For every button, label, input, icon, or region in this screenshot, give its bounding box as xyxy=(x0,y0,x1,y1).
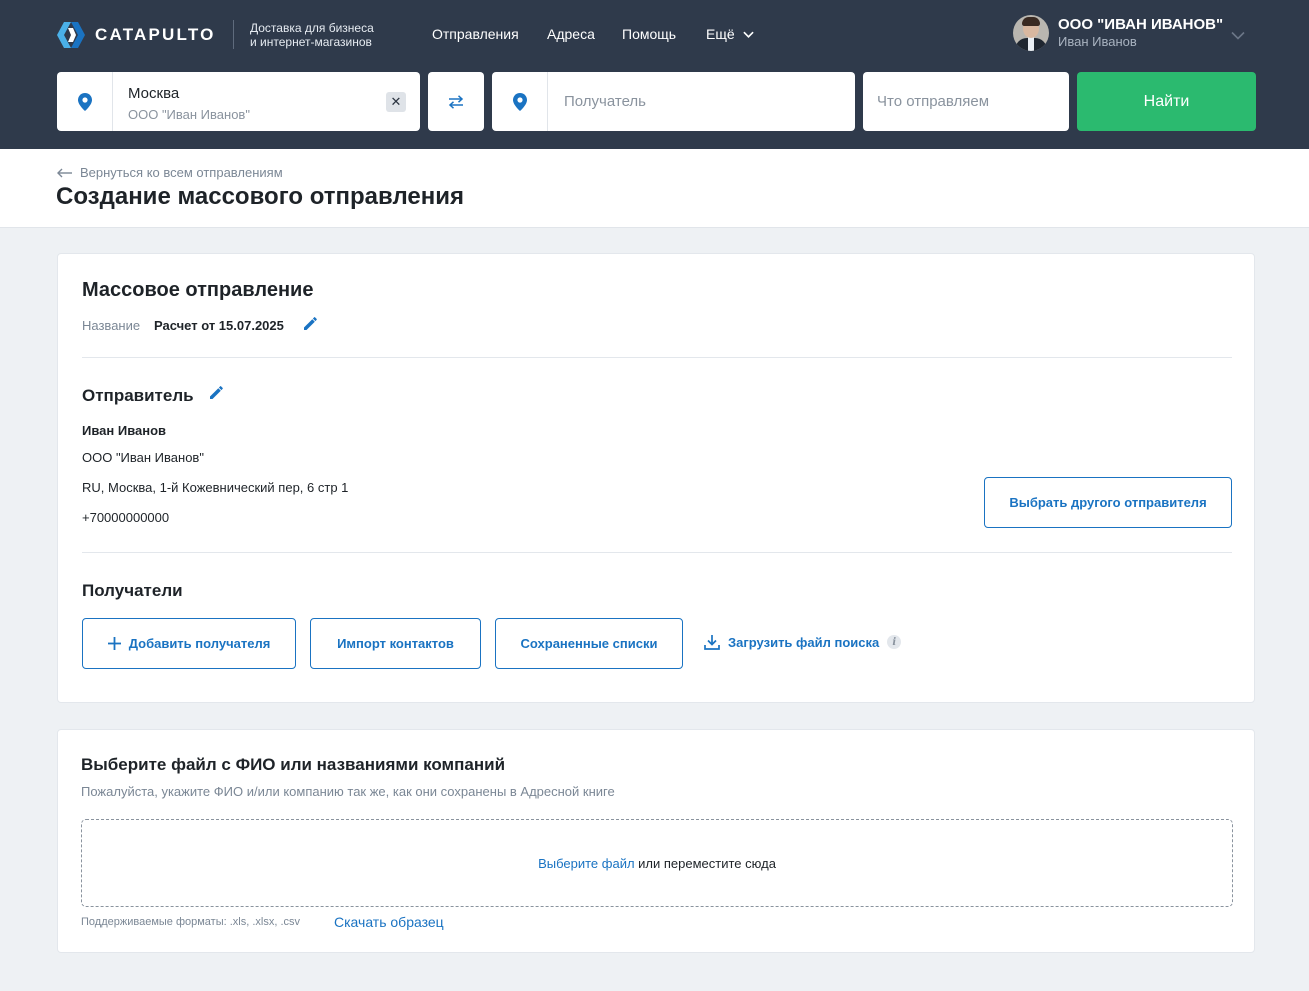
file-dropzone[interactable]: Выберите файл или переместите сюда xyxy=(81,819,1233,907)
mass-shipment-heading: Массовое отправление xyxy=(82,279,314,301)
profile-chevron-down-icon[interactable] xyxy=(1231,28,1245,42)
choose-file-link[interactable]: Выберите файл xyxy=(538,856,634,871)
nav-addresses[interactable]: Адреса xyxy=(547,26,595,42)
edit-name-pencil-icon[interactable] xyxy=(303,316,318,331)
sender-heading: Отправитель xyxy=(82,386,194,405)
plus-icon xyxy=(107,637,121,650)
avatar xyxy=(1013,15,1049,51)
cargo-placeholder: Что отправляем xyxy=(877,93,990,110)
arrow-left-icon xyxy=(57,168,72,177)
download-icon xyxy=(704,635,720,650)
upload-heading: Выберите файл с ФИО или названиями компа… xyxy=(81,755,506,774)
edit-sender-pencil-icon[interactable] xyxy=(209,385,224,400)
sender-phone: +70000000000 xyxy=(82,510,170,525)
saved-lists-button[interactable]: Сохраненные списки xyxy=(495,618,683,669)
sender-name: Иван Иванов xyxy=(82,423,167,438)
tagline-line-2: и интернет-магазинов xyxy=(250,35,372,49)
download-sample-link[interactable]: Скачать образец xyxy=(334,914,444,930)
sender-location-field[interactable]: Москва ООО "Иван Иванов" ✕ xyxy=(57,72,420,131)
nav-more-label: Ещё xyxy=(706,26,735,42)
upload-subtitle: Пожалуйста, укажите ФИО и/или компанию т… xyxy=(81,784,615,799)
nav-shipments[interactable]: Отправления xyxy=(432,26,519,42)
logo[interactable]: CATAPULTO xyxy=(56,22,216,48)
back-link-label: Вернуться ко всем отправлениям xyxy=(80,165,283,180)
find-button[interactable]: Найти xyxy=(1077,72,1256,131)
logo-divider xyxy=(233,20,234,49)
section-divider xyxy=(82,552,1232,553)
name-value: Расчет от 15.07.2025 xyxy=(154,318,284,333)
sender-company: ООО "Иван Иванов" xyxy=(128,107,250,122)
profile-user: Иван Иванов xyxy=(1058,34,1137,49)
nav-help[interactable]: Помощь xyxy=(622,26,676,42)
sender-company: ООО "Иван Иванов" xyxy=(82,450,204,465)
cargo-field[interactable]: Что отправляем xyxy=(863,72,1069,131)
upload-search-file-button[interactable]: Загрузить файл поиска i xyxy=(704,634,902,650)
recipients-heading: Получатели xyxy=(82,581,183,600)
location-pin-icon xyxy=(77,92,92,111)
top-bar: CATAPULTO Доставка для бизнеса и интерне… xyxy=(0,0,1309,149)
sender-address: RU, Москва, 1-й Кожевнический пер, 6 стр… xyxy=(82,480,349,495)
recipient-placeholder: Получатель xyxy=(564,93,646,110)
catapulto-logo-icon xyxy=(57,22,85,48)
location-pin-icon xyxy=(512,92,527,111)
swap-arrows-icon xyxy=(448,94,464,109)
add-recipient-label: Добавить получателя xyxy=(128,636,271,651)
swap-button[interactable] xyxy=(428,72,484,131)
location-pin-cell xyxy=(57,72,113,131)
tagline: Доставка для бизнеса и интернет-магазино… xyxy=(250,21,374,49)
section-divider xyxy=(82,357,1232,358)
name-label: Название xyxy=(82,318,141,333)
recipient-field[interactable]: Получатель xyxy=(492,72,855,131)
add-recipient-button[interactable]: Добавить получателя xyxy=(82,618,296,669)
choose-sender-button[interactable]: Выбрать другого отправителя xyxy=(984,477,1232,528)
back-link[interactable]: Вернуться ко всем отправлениям xyxy=(57,165,283,180)
brand-name: CATAPULTO xyxy=(95,25,216,44)
upload-search-file-label: Загрузить файл поиска xyxy=(728,634,880,650)
drop-hint: или переместите сюда xyxy=(634,855,776,871)
tagline-line-1: Доставка для бизнеса xyxy=(250,21,374,35)
import-contacts-button[interactable]: Импорт контактов xyxy=(310,618,481,669)
info-icon[interactable]: i xyxy=(887,635,902,649)
chevron-down-icon xyxy=(742,31,754,38)
sender-city: Москва xyxy=(128,85,180,102)
clear-icon[interactable]: ✕ xyxy=(386,92,406,112)
nav-more[interactable]: Ещё xyxy=(706,26,754,42)
upload-file-card: Выберите файл с ФИО или названиями компа… xyxy=(57,729,1255,953)
location-pin-cell xyxy=(492,72,548,131)
page-header: Вернуться ко всем отправлениям Создание … xyxy=(0,149,1309,228)
mass-shipment-card: Массовое отправление Название Расчет от … xyxy=(57,253,1255,703)
profile-company: ООО "ИВАН ИВАНОВ" xyxy=(1058,16,1224,33)
profile-menu[interactable]: ООО "ИВАН ИВАНОВ" Иван Иванов xyxy=(1013,15,1223,51)
supported-formats: Поддерживаемые форматы: .xls, .xlsx, .cs… xyxy=(81,916,301,928)
page-title: Создание массового отправления xyxy=(56,183,464,210)
